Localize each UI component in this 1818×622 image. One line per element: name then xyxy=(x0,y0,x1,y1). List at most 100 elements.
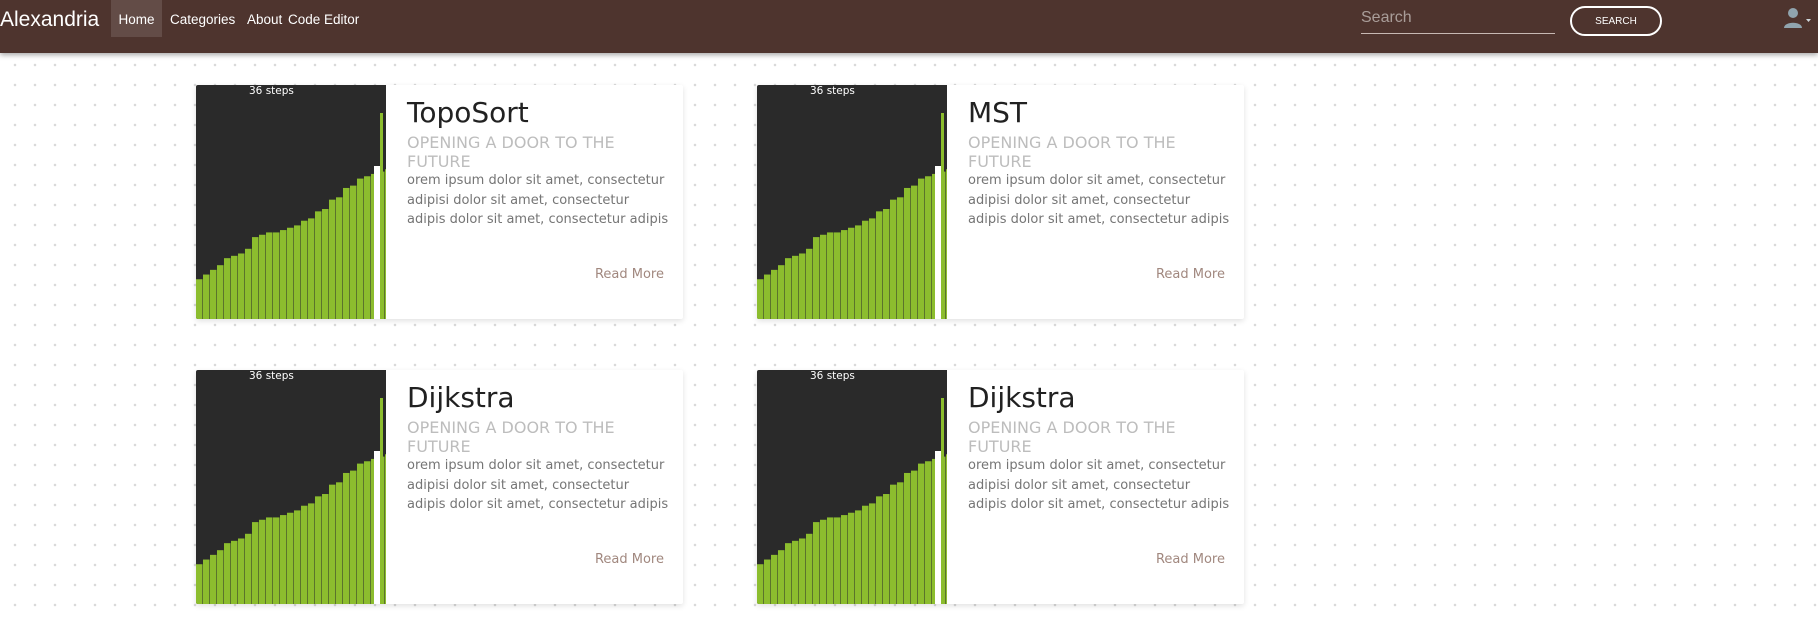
bar xyxy=(778,265,785,319)
card-text: orem ipsum dolor sit amet, consectetur a… xyxy=(968,458,1230,512)
bar-edge xyxy=(941,398,944,604)
bar xyxy=(203,559,210,604)
bar xyxy=(820,519,827,604)
bar xyxy=(315,496,322,604)
bar xyxy=(904,187,911,319)
bar xyxy=(799,253,806,319)
card: 36 steps Dijkstra OPENING A DOOR TO THE … xyxy=(196,370,683,604)
bar xyxy=(287,227,294,319)
bar xyxy=(862,220,869,319)
read-more-link[interactable]: Read More xyxy=(1156,267,1225,282)
steps-label: 36 steps xyxy=(810,85,855,97)
bar xyxy=(799,538,806,604)
bar xyxy=(862,505,869,604)
bar xyxy=(757,564,764,604)
bar xyxy=(217,265,224,319)
bar xyxy=(855,225,862,319)
card: 36 steps TopoSort OPENING A DOOR TO THE … xyxy=(196,85,683,319)
bar xyxy=(280,230,287,319)
bar xyxy=(869,503,876,604)
bar xyxy=(848,227,855,319)
nav-code-editor[interactable]: Code Editor xyxy=(288,0,359,37)
bar xyxy=(266,517,273,604)
bar-edge xyxy=(380,398,383,604)
bar xyxy=(841,230,848,319)
bar xyxy=(918,178,925,319)
bar xyxy=(301,220,308,319)
user-menu[interactable] xyxy=(1782,6,1812,30)
bar xyxy=(890,484,897,604)
read-more-link[interactable]: Read More xyxy=(595,552,664,567)
bar xyxy=(259,519,266,604)
bar xyxy=(210,554,217,604)
search-button[interactable]: SEARCH xyxy=(1570,6,1662,36)
bar xyxy=(869,218,876,319)
bar xyxy=(911,470,918,604)
nav-categories[interactable]: Categories xyxy=(170,0,235,37)
bar xyxy=(834,232,841,319)
nav-home[interactable]: Home xyxy=(111,0,162,37)
bar xyxy=(350,470,357,604)
bar-visualization xyxy=(757,398,947,604)
bar xyxy=(315,211,322,319)
bar xyxy=(946,454,947,604)
read-more-link[interactable]: Read More xyxy=(1156,552,1225,567)
bar xyxy=(350,185,357,319)
bar xyxy=(764,559,771,604)
card-image: 36 steps xyxy=(757,370,947,604)
bar-edge xyxy=(941,113,944,319)
card-subtitle: OPENING A DOOR TO THE FUTURE xyxy=(968,133,1176,171)
bar xyxy=(946,169,947,319)
bar xyxy=(238,538,245,604)
bar xyxy=(203,274,210,319)
bar xyxy=(231,540,238,604)
bar xyxy=(224,543,231,604)
bar xyxy=(806,248,813,319)
bar xyxy=(904,472,911,604)
brand-logo[interactable]: Alexandria xyxy=(0,8,99,32)
bar xyxy=(820,234,827,319)
bar xyxy=(827,232,834,319)
bar xyxy=(364,176,371,319)
bar xyxy=(245,533,252,604)
caret-down-icon xyxy=(1806,19,1811,22)
card-title: MST xyxy=(968,96,1028,129)
bar xyxy=(792,255,799,319)
bar-highlight xyxy=(935,451,941,604)
read-more-link[interactable]: Read More xyxy=(595,267,664,282)
bar xyxy=(757,279,764,319)
bar xyxy=(217,550,224,604)
bar xyxy=(834,517,841,604)
bar xyxy=(764,274,771,319)
bar xyxy=(273,517,280,604)
steps-label: 36 steps xyxy=(249,370,294,382)
card-text: orem ipsum dolor sit amet, consectetur a… xyxy=(968,173,1230,227)
bar xyxy=(294,225,301,319)
bar xyxy=(266,232,273,319)
bar xyxy=(252,522,259,604)
search-input[interactable] xyxy=(1361,3,1555,34)
card-image: 36 steps xyxy=(196,85,386,319)
bar xyxy=(287,512,294,604)
steps-label: 36 steps xyxy=(810,370,855,382)
bar xyxy=(308,218,315,319)
card: 36 steps MST OPENING A DOOR TO THE FUTUR… xyxy=(757,85,1244,319)
bar xyxy=(301,505,308,604)
navbar: Alexandria Home Categories About Code Ed… xyxy=(0,0,1818,53)
bar xyxy=(771,269,778,319)
nav-about[interactable]: About xyxy=(247,0,282,37)
card-text: orem ipsum dolor sit amet, consectetur a… xyxy=(407,173,669,227)
bar xyxy=(322,494,329,604)
bar xyxy=(827,517,834,604)
card-subtitle: OPENING A DOOR TO THE FUTURE xyxy=(968,418,1176,456)
bar xyxy=(918,463,925,604)
bar-edge xyxy=(380,113,383,319)
bar xyxy=(336,197,343,319)
bar-highlight xyxy=(374,166,380,319)
bar xyxy=(357,463,364,604)
card-title: Dijkstra xyxy=(407,381,515,414)
bar xyxy=(322,209,329,319)
card-image: 36 steps xyxy=(196,370,386,604)
bar-highlight xyxy=(935,166,941,319)
bar xyxy=(848,512,855,604)
